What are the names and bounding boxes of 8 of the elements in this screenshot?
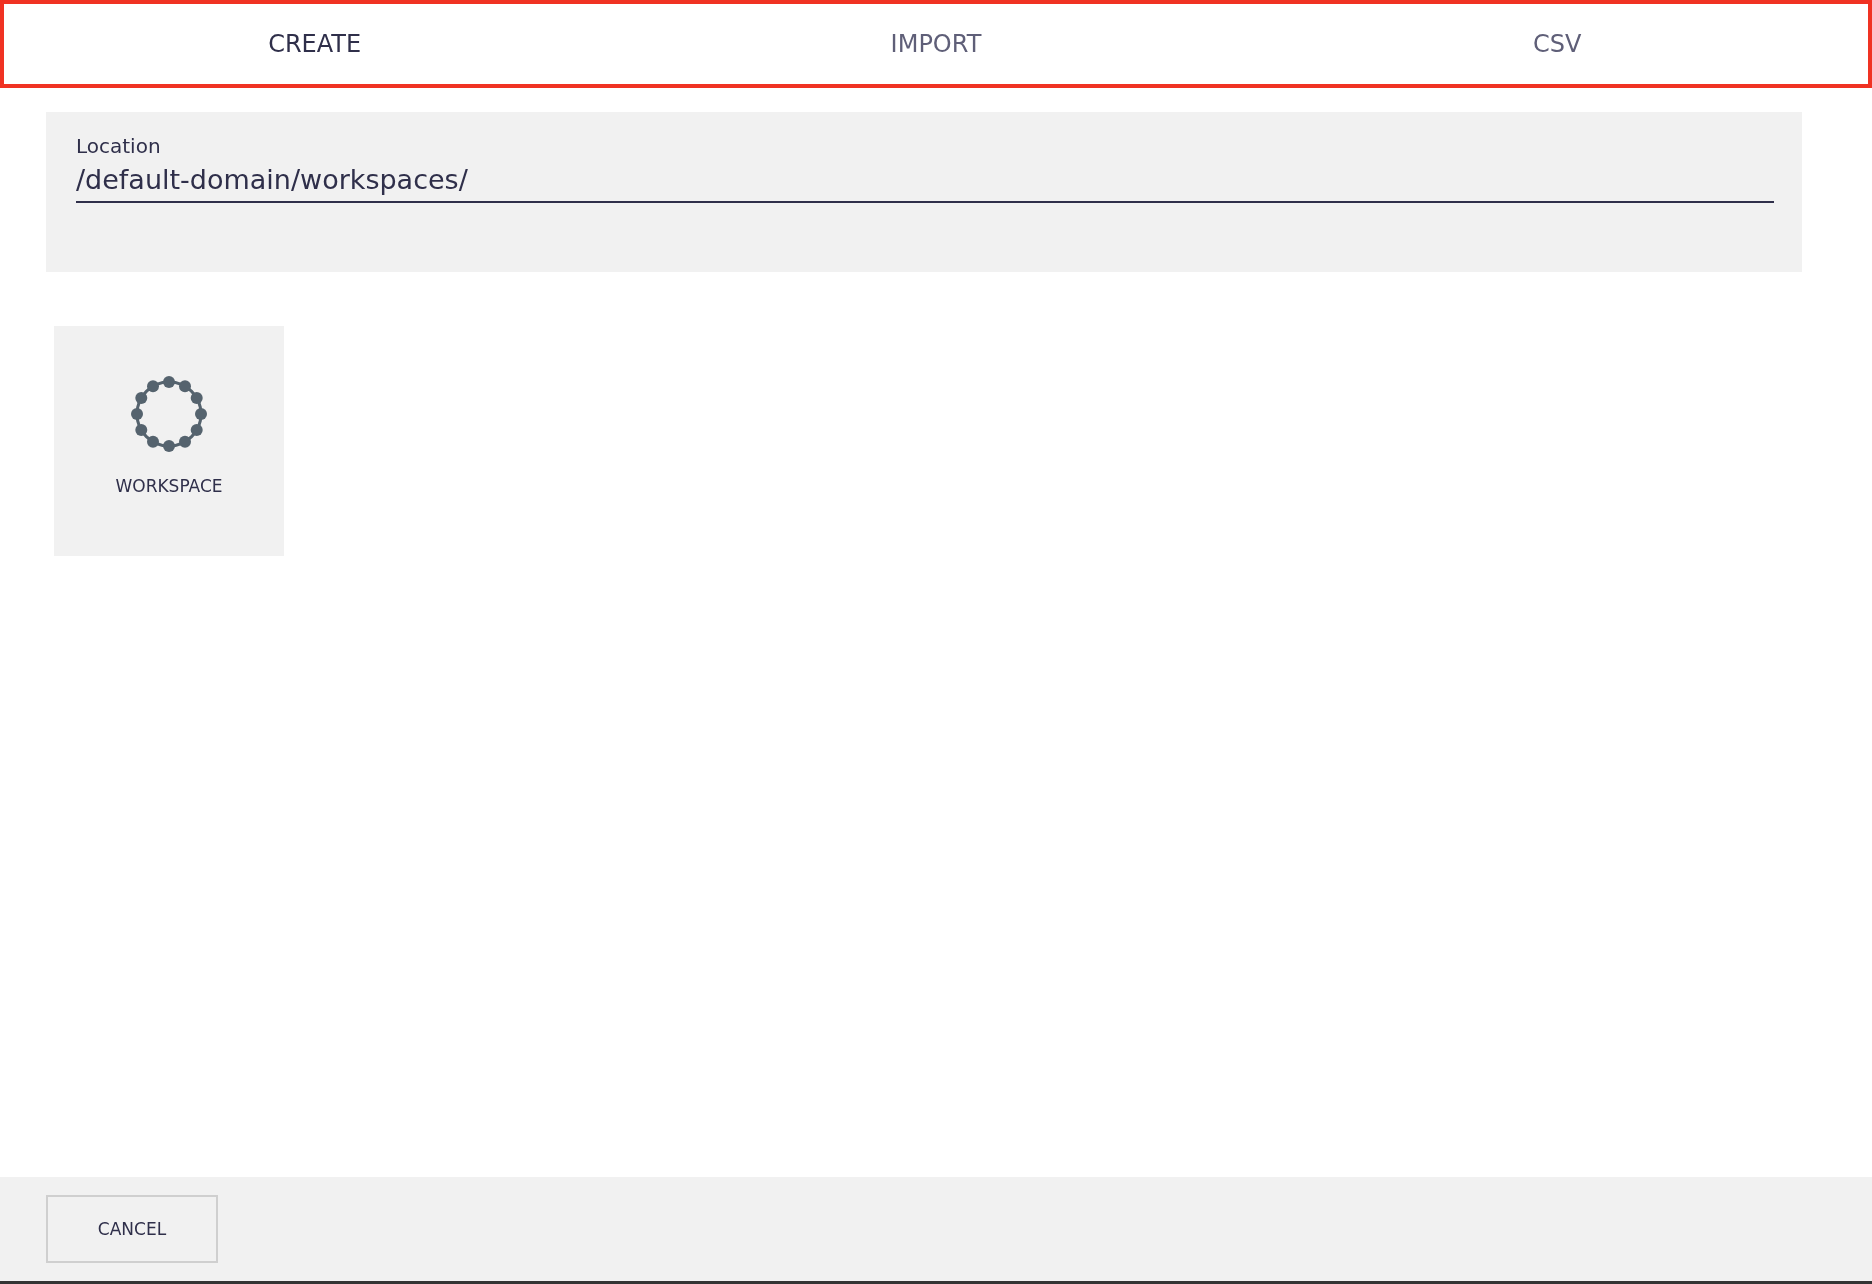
tab[interactable]: CSV: [1246, 4, 1868, 84]
tab[interactable]: CREATE: [4, 4, 626, 84]
workspace-tile[interactable]: WORKSPACE: [54, 326, 284, 556]
cancel-button[interactable]: CANCEL: [46, 1195, 218, 1263]
location-field[interactable]: /default-domain/workspaces/: [76, 164, 1774, 203]
tab[interactable]: IMPORT: [625, 4, 1247, 84]
dotted-ring-icon: [129, 374, 209, 454]
location-label: Location: [76, 134, 161, 158]
